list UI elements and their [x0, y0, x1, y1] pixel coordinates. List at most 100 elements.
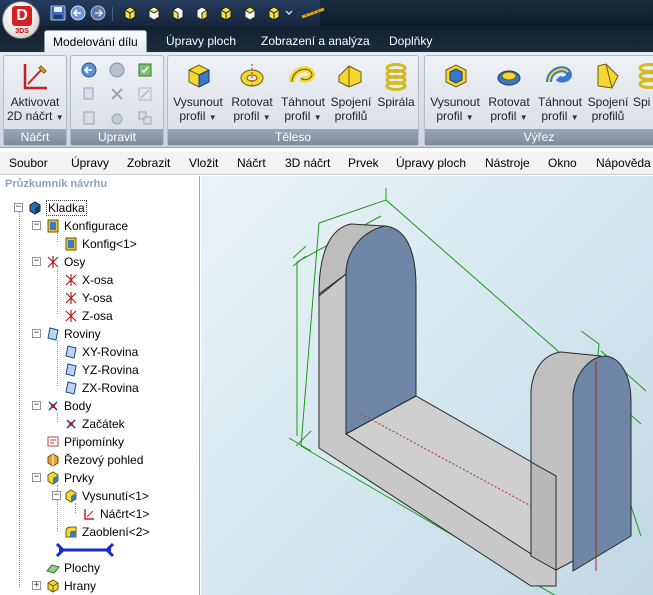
tree-node-x-axis[interactable]: X-osa	[64, 270, 113, 288]
loft-cut-button[interactable]: Spojení profilů	[586, 60, 630, 123]
tree-node-extrude1[interactable]: Vysunutí<1>	[64, 486, 149, 504]
collapse-toggle[interactable]: −	[14, 203, 23, 212]
collapse-toggle[interactable]: −	[52, 491, 61, 500]
tree-label: X-osa	[82, 272, 114, 287]
tab-surface-edit[interactable]: Úpravy ploch	[158, 30, 244, 52]
loft-cut-icon	[597, 63, 619, 89]
tree-node-y-axis[interactable]: Y-osa	[64, 288, 112, 306]
menu-help[interactable]: Nápověda	[596, 156, 651, 170]
loft-button[interactable]: Spojení profilů	[329, 60, 373, 123]
collapse-toggle[interactable]: −	[32, 257, 41, 266]
tree-node-yz-plane[interactable]: YZ-Rovina	[64, 360, 139, 378]
sweep-button[interactable]: Táhnout profil ▼	[278, 60, 328, 125]
menu-feature[interactable]: Prvek	[348, 156, 379, 170]
sweep-icon	[289, 66, 315, 83]
dropdown-arrow-icon: ▼	[465, 113, 474, 122]
ribbon: Aktivovat 2D náčrt ▼ Náčrt Upravit Vysun…	[0, 52, 653, 148]
extrude-cut-button[interactable]: Vysunout profil ▼	[427, 60, 483, 125]
tree-node-notes[interactable]: Připomínky	[46, 432, 124, 450]
menu-view[interactable]: Zobrazit	[127, 156, 170, 170]
ribbon-group-edit: Upravit	[70, 55, 164, 146]
menu-file[interactable]: Soubor	[9, 156, 48, 170]
pattern-icon[interactable]	[137, 110, 153, 126]
design-explorer-panel: Průzkumník návrhu − Kladka − Konfigurace…	[0, 176, 200, 595]
rebuild-icon[interactable]	[137, 62, 153, 78]
menu-edit[interactable]: Úpravy	[71, 156, 109, 170]
tree-node-section-view[interactable]: Řezový pohled	[46, 450, 143, 468]
menu-sketch[interactable]: Náčrt	[237, 156, 266, 170]
tab-part-modeling[interactable]: Modelování dílu	[44, 30, 147, 52]
chevron-down-icon[interactable]	[284, 5, 294, 21]
tree-node-zx-plane[interactable]: ZX-Rovina	[64, 378, 139, 396]
helix-cut-button[interactable]: Spi	[633, 60, 653, 109]
tree-node-planes[interactable]: Roviny	[46, 324, 101, 342]
measure-icon[interactable]	[300, 5, 328, 21]
redo-small-icon[interactable]	[109, 62, 125, 78]
view-left-icon[interactable]	[170, 5, 186, 21]
edit-sketch-icon[interactable]	[137, 86, 153, 102]
view-back-icon[interactable]	[242, 5, 258, 21]
model-right-inner-face[interactable]	[530, 461, 557, 571]
view-top-icon[interactable]	[146, 5, 162, 21]
cut-icon[interactable]	[81, 110, 97, 126]
tree-node-fillet2[interactable]: Zaoblení<2>	[64, 522, 149, 540]
sweep-cut-label-2: profil	[541, 109, 568, 123]
copy-icon[interactable]	[81, 86, 97, 102]
tree-node-root[interactable]: Kladka	[28, 198, 87, 216]
tree-label: Osy	[64, 254, 86, 269]
plane-icon	[47, 327, 59, 341]
app-logo[interactable]: D 3DS	[2, 1, 40, 39]
save-icon[interactable]	[50, 5, 66, 21]
paste-icon[interactable]	[109, 110, 125, 126]
revolve-button[interactable]: Rotovat profil ▼	[228, 60, 276, 125]
tree-node-faces[interactable]: Plochy	[46, 558, 100, 576]
menu-surface-edit[interactable]: Úpravy ploch	[396, 156, 466, 170]
tree-node-axes[interactable]: Osy	[46, 252, 85, 270]
loft-cut-label-1: Spojení	[587, 95, 629, 109]
menu-3d-sketch[interactable]: 3D náčrt	[285, 156, 330, 170]
view-right-icon[interactable]	[194, 5, 210, 21]
model-right-upright-face[interactable]	[572, 355, 632, 572]
revolve-icon	[240, 64, 264, 88]
collapse-toggle[interactable]: −	[32, 221, 41, 230]
tree-node-xy-plane[interactable]: XY-Rovina	[64, 342, 138, 360]
menu-insert[interactable]: Vložit	[189, 156, 218, 170]
extrude-button[interactable]: Vysunout profil ▼	[170, 60, 226, 125]
view-bottom-icon[interactable]	[218, 5, 234, 21]
tree-node-edges[interactable]: Hrany	[46, 576, 96, 594]
view-iso-icon[interactable]	[266, 5, 282, 21]
model-view[interactable]	[201, 176, 653, 595]
revolve-cut-button[interactable]: Rotovat profil ▼	[485, 60, 533, 125]
redo-icon[interactable]	[90, 5, 106, 21]
undo-small-icon[interactable]	[81, 62, 97, 78]
undo-icon[interactable]	[70, 5, 86, 21]
collapse-toggle[interactable]: −	[32, 473, 41, 482]
tree-node-z-axis[interactable]: Z-osa	[64, 306, 113, 324]
activate-sketch-button[interactable]: Aktivovat 2D náčrt ▼	[7, 60, 64, 125]
menu-tools[interactable]: Nástroje	[485, 156, 530, 170]
menu-window[interactable]: Okno	[548, 156, 577, 170]
tree-node-sketch1[interactable]: Náčrt<1>	[82, 504, 149, 522]
tree-node-features[interactable]: Prvky	[46, 468, 94, 486]
collapse-toggle[interactable]: −	[32, 329, 41, 338]
loft-icon	[338, 65, 362, 88]
3d-viewport[interactable]	[201, 176, 653, 595]
rollback-bar[interactable]	[55, 542, 115, 558]
tree-node-config1[interactable]: Konfig<1>	[64, 234, 137, 252]
tree-node-origin[interactable]: Začátek	[64, 414, 125, 432]
expand-toggle[interactable]: +	[32, 581, 41, 590]
tab-addons[interactable]: Doplňky	[381, 30, 440, 52]
delete-icon[interactable]	[109, 86, 125, 102]
collapse-toggle[interactable]: −	[32, 401, 41, 410]
tree-node-configurations[interactable]: Konfigurace	[46, 216, 128, 234]
tree-connector	[57, 233, 58, 242]
sweep-cut-button[interactable]: Táhnout profil ▼	[535, 60, 585, 125]
tree-label: Prvky	[64, 470, 94, 485]
tree-label: Hrany	[64, 578, 97, 593]
logo-subtitle: 3DS	[15, 28, 29, 35]
tree-node-bodies[interactable]: Body	[46, 396, 91, 414]
tab-view-analysis[interactable]: Zobrazení a analýza	[253, 30, 378, 52]
view-front-icon[interactable]	[122, 5, 138, 21]
notes-icon	[47, 436, 59, 447]
helix-button[interactable]: Spirála	[376, 60, 416, 109]
